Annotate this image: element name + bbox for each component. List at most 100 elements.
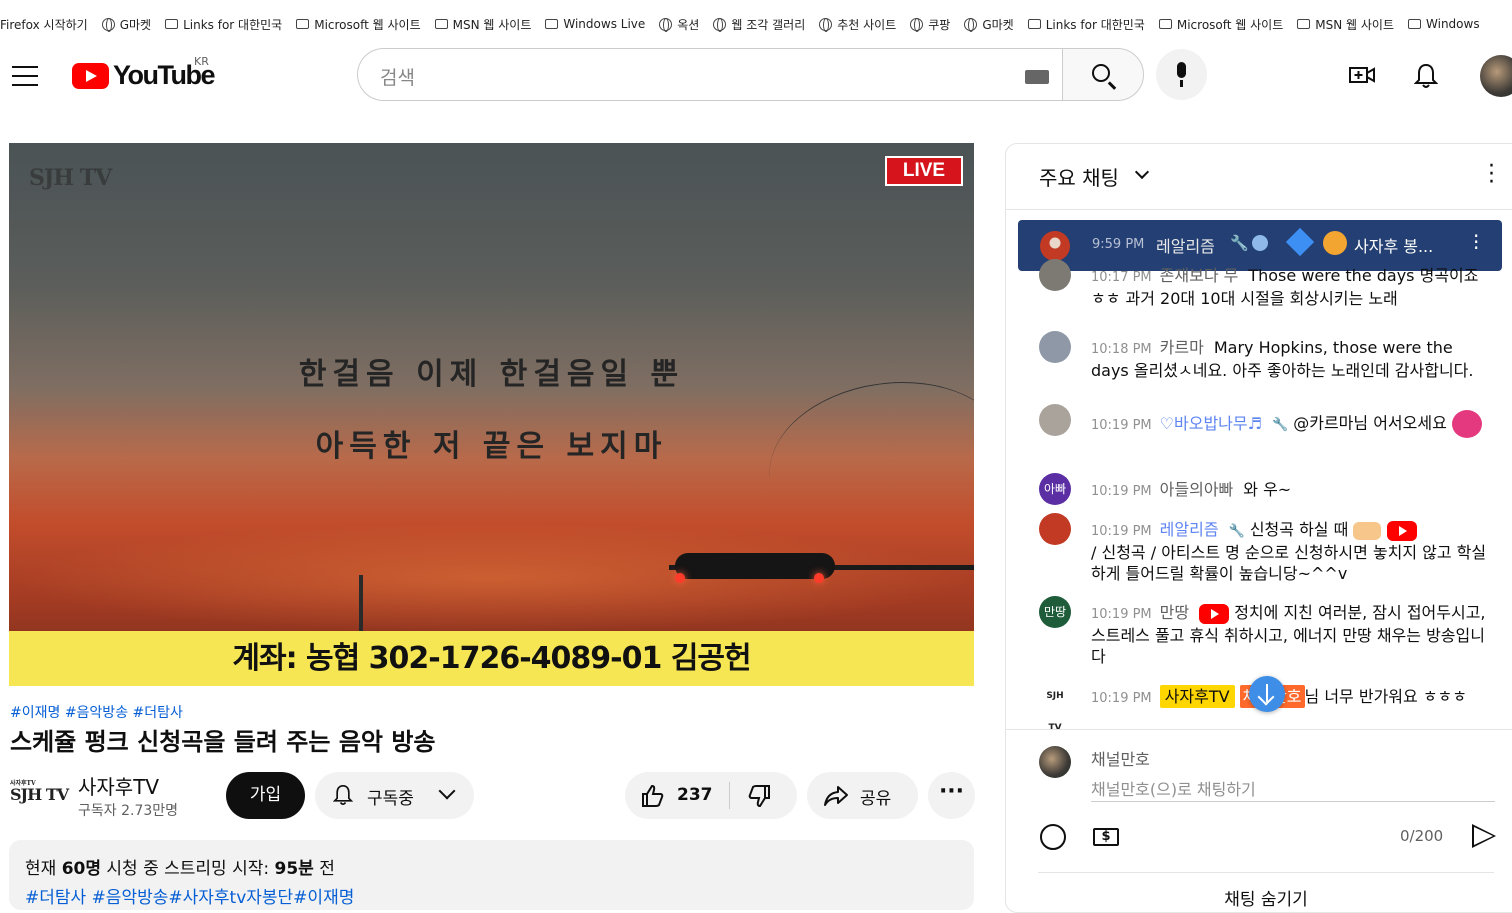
more-actions-button[interactable]: ··· xyxy=(928,772,975,819)
bookmark-item[interactable]: 옥션 xyxy=(659,16,699,33)
pinned-message[interactable]: 9:59 PM 레알리즘 🔧 사자후 봉... · · · xyxy=(1018,220,1502,271)
emoji-icon[interactable] xyxy=(1040,824,1066,850)
search-placeholder: 검색 xyxy=(380,67,415,89)
bookmark-label: MSN 웹 사이트 xyxy=(452,17,532,32)
video-title: 스케쥴 펑크 신청곡을 들려 주는 음악 방송 xyxy=(10,728,436,756)
pinned-avatar xyxy=(1040,231,1070,261)
bookmark-item[interactable]: G마켓 xyxy=(964,16,1014,33)
bookmark-item[interactable]: MSN 웹 사이트 xyxy=(434,16,532,33)
pinned-more-icon[interactable]: · · · xyxy=(1473,226,1479,258)
subscriber-count: 구독자 2.73만명 xyxy=(78,803,179,819)
chat-header: 주요 채팅 · · · xyxy=(1006,144,1512,210)
hide-chat-button[interactable]: 채팅 숨기기 xyxy=(1038,872,1494,912)
chat-avatar xyxy=(1039,513,1071,545)
like-icon[interactable] xyxy=(641,784,665,808)
live-chat-panel: 주요 채팅 · · · 9:59 PM 레알리즘 🔧 사자후 봉... · · · 10… xyxy=(1005,143,1512,913)
diamond-icon xyxy=(1285,227,1315,257)
bookmark-label: Windows xyxy=(1426,17,1480,31)
voice-search-button[interactable] xyxy=(1156,49,1207,100)
bookmark-item[interactable]: 쿠팡 xyxy=(910,16,950,33)
chat-mode-selector[interactable]: 주요 채팅 xyxy=(1039,162,1119,191)
globe-icon xyxy=(659,17,673,32)
live-badge: LIVE xyxy=(885,156,963,186)
lion-emoji-icon xyxy=(1323,231,1347,255)
search-icon xyxy=(1092,64,1110,82)
chat-time: 10:18 PM xyxy=(1091,342,1152,357)
bookmark-item[interactable]: Windows xyxy=(1408,17,1480,31)
pinned-author: 레알리즘 xyxy=(1156,237,1215,256)
bookmark-item[interactable]: G마켓 xyxy=(101,16,152,33)
chat-text: 님 너무 반가워요 ㅎㅎㅎ xyxy=(1304,687,1467,706)
chat-avatar xyxy=(1039,331,1071,363)
description-hashtags[interactable]: #더탐사 #음악방송#사자후tv자봉단#이재명 xyxy=(25,883,958,908)
chat-time: 10:19 PM xyxy=(1091,691,1152,706)
bookmark-label: Links for 대한민국 xyxy=(1045,17,1145,32)
chat-time: 10:19 PM xyxy=(1091,524,1152,539)
dislike-icon[interactable] xyxy=(747,784,771,808)
menu-icon[interactable] xyxy=(12,66,38,86)
chat-author[interactable]: 레알리즘 xyxy=(1160,520,1219,539)
chat-text: / 신청곡 / 아티스트 명 순으로 신청하시면 놓치지 않고 학실하게 틀어드… xyxy=(1091,543,1487,583)
bookmark-item[interactable]: 추천 사이트 xyxy=(819,16,896,33)
traffic-light xyxy=(675,553,835,579)
chat-time: 10:19 PM xyxy=(1091,484,1152,499)
bookmark-label: 추천 사이트 xyxy=(837,17,897,32)
chevron-down-icon[interactable] xyxy=(1134,164,1150,180)
bookmark-item[interactable]: Firefox 시작하기 xyxy=(0,16,88,33)
share-button[interactable]: 공유 xyxy=(807,772,918,819)
video-player[interactable]: SJH TV LIVE 한걸음 이제 한걸음일 뿐 아득한 저 끝은 보지마 계… xyxy=(9,143,974,686)
moderator-wrench-icon: 🔧 xyxy=(1228,524,1245,539)
bookmark-item[interactable]: Windows Live xyxy=(545,17,645,31)
youtube-logo[interactable]: YouTube KR xyxy=(72,55,215,91)
chat-message[interactable]: 만땅 10:19 PM 만땅 정치에 지친 여러분, 잠시 접어두시고, 스트레스 … xyxy=(1039,596,1489,667)
chat-input[interactable]: 채널만호(으)로 채팅하기 xyxy=(1091,776,1495,802)
account-avatar[interactable] xyxy=(1480,55,1512,97)
bookmark-item[interactable]: 웹 조각 갤러리 xyxy=(713,16,805,33)
chat-time: 10:19 PM xyxy=(1091,417,1152,433)
chat-message[interactable]: 10:17 PM 존재보다 무 Those were the days 명곡이죠 ㅎ… xyxy=(1039,259,1489,309)
pointing-hand-icon xyxy=(1353,521,1382,540)
bookmark-label: 옥션 xyxy=(677,17,700,32)
chat-message[interactable]: 10:18 PM 카르마 Mary Hopkins, those were the … xyxy=(1039,331,1489,381)
create-video-icon[interactable] xyxy=(1349,65,1375,85)
subscribed-button[interactable]: 구독중 xyxy=(315,772,474,819)
chat-author-owner[interactable]: 사자후TV xyxy=(1159,685,1235,708)
chat-author[interactable]: ♡바오밥나무♬ xyxy=(1160,414,1262,433)
folder-icon xyxy=(1158,19,1172,29)
search-input[interactable]: 검색 xyxy=(357,48,1063,101)
chat-author[interactable]: 카르마 xyxy=(1160,338,1204,357)
video-hashtags[interactable]: #이재명 #음악방송 #더탐사 xyxy=(10,702,183,722)
bookmark-label: G마켓 xyxy=(119,17,152,32)
bookmark-item[interactable]: MSN 웹 사이트 xyxy=(1297,16,1394,33)
chat-message[interactable]: 10:19 PM ♡바오밥나무♬ 🔧 @카르마님 어서오세요 xyxy=(1039,404,1489,438)
chat-time: 10:19 PM xyxy=(1091,607,1152,622)
chat-avatar xyxy=(1039,259,1071,291)
send-icon[interactable] xyxy=(1472,824,1496,848)
join-button[interactable]: 가입 xyxy=(226,772,305,819)
moderator-wrench-icon: 🔧 xyxy=(1271,417,1289,433)
folder-icon xyxy=(1408,19,1422,29)
bookmark-item[interactable]: Links for 대한민국 xyxy=(1027,16,1145,33)
bookmark-label: G마켓 xyxy=(982,17,1014,32)
youtube-icon xyxy=(1199,603,1230,624)
bookmark-item[interactable]: Microsoft 웹 사이트 xyxy=(1158,16,1283,33)
description-box[interactable]: 현재 60명 시청 중 스트리밍 시작: 95분 전 #더탐사 #음악방송#사자… xyxy=(9,840,974,910)
folder-icon xyxy=(296,19,310,29)
chat-author[interactable]: 만땅 xyxy=(1160,603,1189,622)
bookmark-item[interactable]: Microsoft 웹 사이트 xyxy=(296,16,421,33)
scroll-down-icon[interactable] xyxy=(1249,676,1285,712)
super-chat-icon[interactable]: $ xyxy=(1093,828,1119,846)
chat-author[interactable]: 아들의아빠 xyxy=(1160,480,1234,499)
chat-author[interactable]: 존재보다 무 xyxy=(1160,266,1239,285)
search-button[interactable] xyxy=(1062,48,1144,101)
notifications-icon[interactable] xyxy=(1414,63,1438,89)
chat-message[interactable]: 10:19 PM 레알리즘 🔧 신청곡 하실 때 / 신청곡 / 아티스트 명 순으… xyxy=(1039,513,1489,584)
chat-input-area: 채널만호 채널만호(으)로 채팅하기 $ 0/200 xyxy=(1006,729,1512,869)
keyboard-icon[interactable] xyxy=(1025,70,1049,84)
chat-message[interactable]: 아빠 10:19 PM 아들의아빠 와 우~ xyxy=(1039,473,1489,505)
channel-avatar[interactable]: 사자후TV SJH TV xyxy=(10,778,69,804)
bookmark-item[interactable]: Links for 대한민국 xyxy=(165,16,282,33)
globe-icon xyxy=(819,17,833,32)
chat-more-icon[interactable]: · · · xyxy=(1488,156,1495,194)
channel-name[interactable]: 사자후TV xyxy=(78,771,159,800)
